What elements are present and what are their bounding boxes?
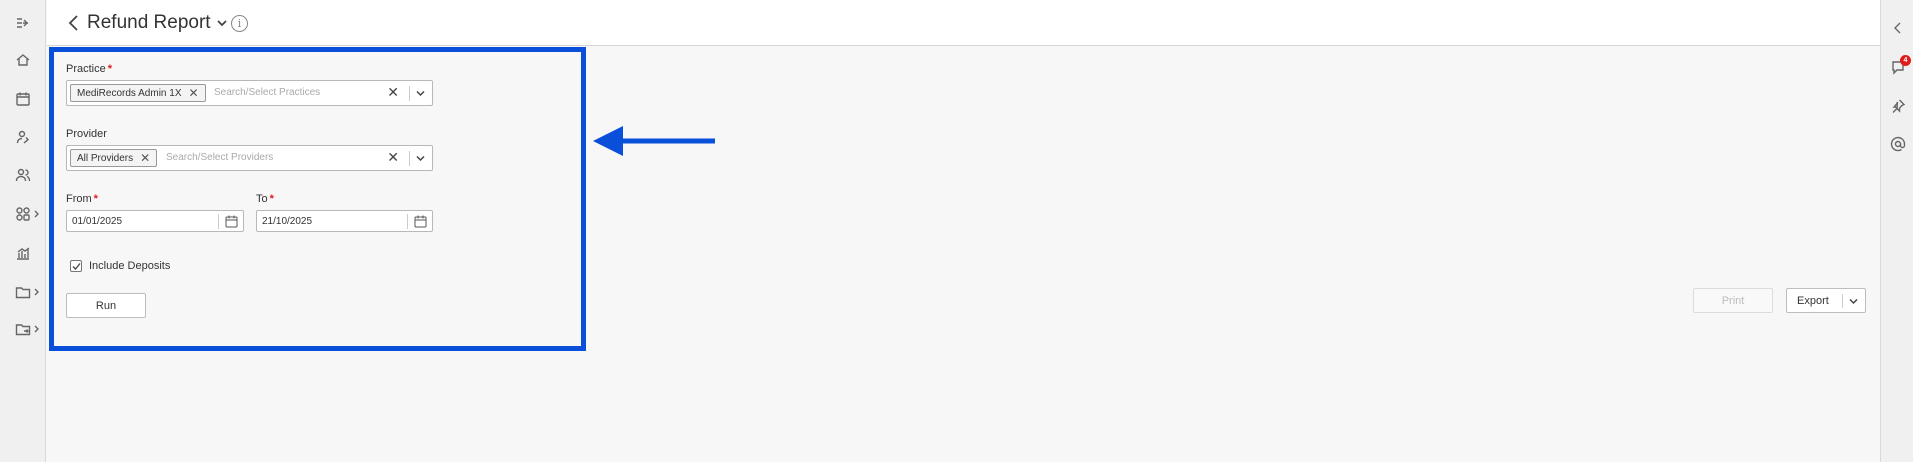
chevron-left-icon — [1893, 22, 1900, 34]
provider-select[interactable]: All Providers ✕ Search/Select Providers … — [66, 145, 433, 171]
to-date-value: 21/10/2025 — [262, 216, 313, 227]
messages-button[interactable]: 4 — [1881, 53, 1913, 81]
provider-label: Provider — [66, 128, 107, 140]
divider — [409, 86, 410, 101]
export-label: Export — [1797, 294, 1829, 307]
nav-patients[interactable] — [0, 122, 46, 152]
collapse-right-panel-button[interactable] — [1881, 14, 1913, 42]
collapse-icon — [17, 18, 28, 28]
to-label: To * — [256, 193, 274, 205]
report-filter-form: Practice * MediRecords Admin 1X ✕ Search/… — [49, 47, 586, 351]
report-selector[interactable]: Refund Report — [87, 12, 227, 34]
to-date-field[interactable]: 21/10/2025 — [256, 210, 433, 232]
calendar-icon — [16, 92, 30, 106]
users-icon — [15, 168, 31, 182]
include-deposits-checkbox[interactable] — [70, 260, 82, 272]
left-nav — [0, 0, 46, 462]
nav-shared-documents[interactable] — [0, 314, 46, 344]
right-rail: 4 — [1880, 0, 1913, 462]
practice-select[interactable]: MediRecords Admin 1X ✕ Search/Select Pra… — [66, 80, 433, 106]
chevron-down-icon — [216, 20, 227, 27]
annotation-arrow — [593, 126, 715, 156]
pin-icon — [1891, 99, 1905, 113]
nav-modules[interactable] — [0, 199, 46, 229]
info-icon[interactable]: i — [231, 15, 248, 32]
divider — [218, 214, 219, 229]
page-header: Refund Report i — [47, 0, 1880, 46]
practice-search-placeholder[interactable]: Search/Select Practices — [214, 87, 320, 98]
pin-button[interactable] — [1881, 92, 1913, 120]
divider — [407, 214, 408, 229]
nav-home[interactable] — [0, 45, 46, 75]
patients-icon — [16, 130, 29, 144]
selected-provider-chip[interactable]: All Providers ✕ — [70, 149, 158, 167]
at-sign-icon — [1890, 136, 1905, 152]
chevron-down-icon[interactable] — [416, 90, 425, 97]
chevron-down-icon[interactable] — [1849, 298, 1858, 305]
home-icon — [16, 54, 30, 66]
remove-chip-icon[interactable]: ✕ — [189, 87, 199, 99]
from-label: From * — [66, 193, 98, 205]
nav-documents[interactable] — [0, 277, 46, 307]
checkmark-icon — [72, 262, 81, 270]
divider — [409, 151, 410, 166]
practice-label: Practice * — [66, 63, 113, 75]
modules-icon — [16, 207, 30, 221]
remove-chip-icon[interactable]: ✕ — [140, 152, 150, 164]
from-date-value: 01/01/2025 — [72, 216, 123, 227]
calendar-icon[interactable] — [225, 215, 238, 228]
collapse-nav-button[interactable] — [0, 8, 46, 38]
selected-practice-chip[interactable]: MediRecords Admin 1X ✕ — [70, 84, 206, 102]
chevron-right-icon — [34, 325, 39, 333]
chevron-down-icon[interactable] — [416, 155, 425, 162]
calendar-icon[interactable] — [414, 215, 427, 228]
run-button[interactable]: Run — [66, 293, 146, 318]
export-button[interactable]: Export — [1786, 288, 1866, 313]
mentions-button[interactable] — [1881, 130, 1913, 158]
include-deposits-label: Include Deposits — [89, 260, 171, 272]
divider — [1842, 294, 1843, 308]
back-arrow-icon[interactable] — [67, 14, 81, 32]
clear-practices-icon[interactable]: ✕ — [387, 85, 399, 99]
print-button[interactable]: Print — [1693, 288, 1773, 313]
folder-icon — [15, 287, 31, 299]
provider-search-placeholder[interactable]: Search/Select Providers — [166, 152, 273, 163]
nav-users[interactable] — [0, 160, 46, 190]
from-date-field[interactable]: 01/01/2025 — [66, 210, 244, 232]
clear-providers-icon[interactable]: ✕ — [387, 150, 399, 164]
nav-reports[interactable] — [0, 238, 46, 268]
page-title: Refund Report — [87, 12, 211, 33]
reports-icon — [17, 247, 30, 260]
chevron-right-icon — [34, 288, 39, 296]
folder-share-icon — [15, 324, 31, 336]
chevron-right-icon — [34, 210, 39, 218]
notification-badge: 4 — [1900, 55, 1911, 66]
nav-calendar[interactable] — [0, 84, 46, 114]
